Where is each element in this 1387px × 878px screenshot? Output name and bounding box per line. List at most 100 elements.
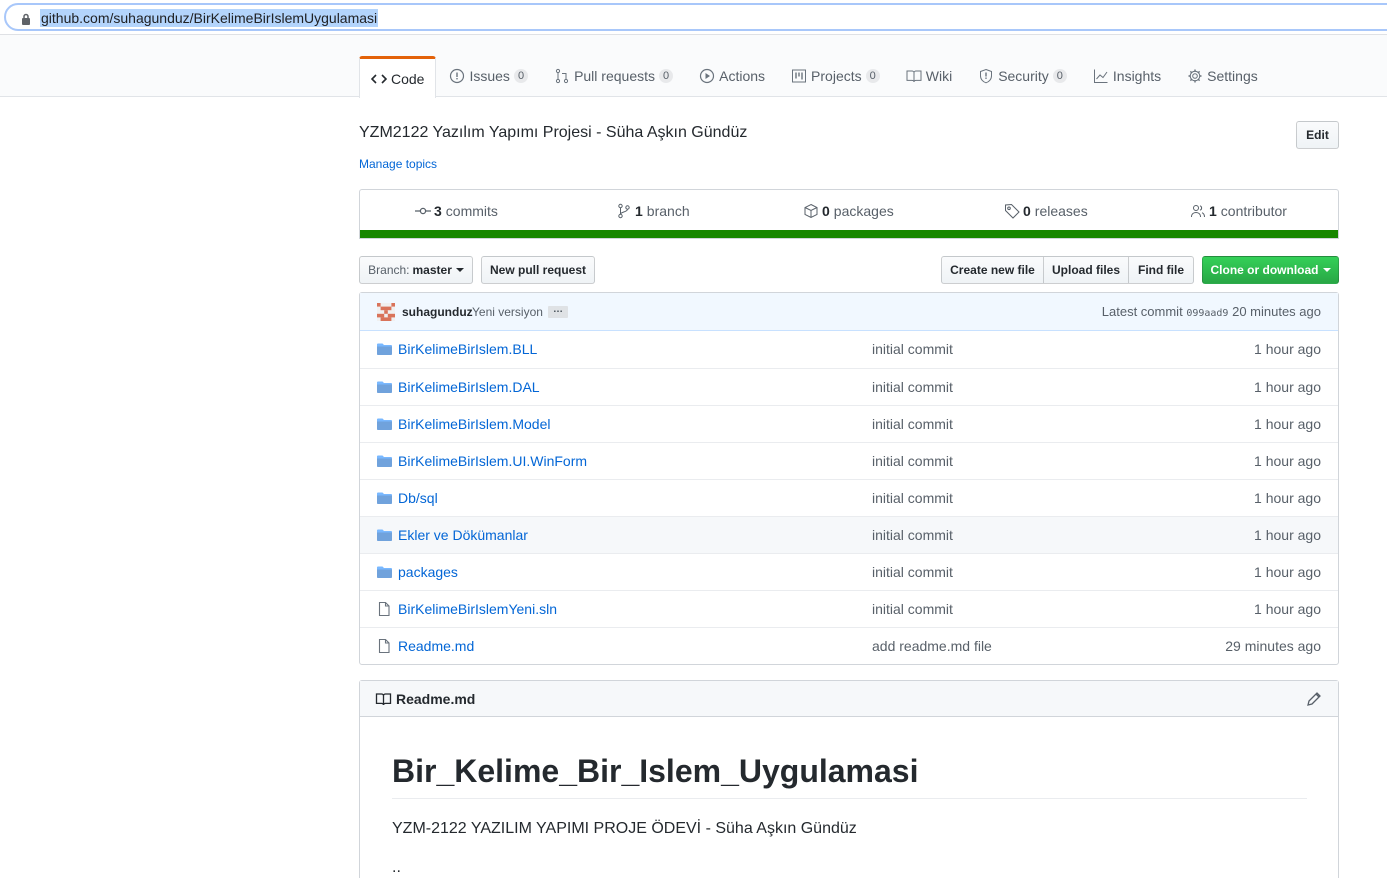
- clone-or-download-button[interactable]: Clone or download: [1202, 256, 1339, 284]
- tab-wiki[interactable]: Wiki: [893, 56, 965, 96]
- branches-count: 1: [635, 203, 643, 219]
- folder-icon: [376, 490, 393, 506]
- tab-label: Code: [391, 70, 425, 87]
- file-name-link[interactable]: Ekler ve Dökümanlar: [398, 527, 528, 543]
- file-name-link[interactable]: BirKelimeBirIslem.Model: [398, 416, 550, 432]
- tab-label: Actions: [719, 68, 766, 84]
- tab-issues[interactable]: Issues 0: [436, 56, 541, 96]
- folder-icon: [376, 379, 393, 395]
- repo-header: Code Issues 0 Pull requests 0 Actions Pr…: [0, 35, 1387, 98]
- branch-icon: [618, 203, 630, 219]
- upload-files-button[interactable]: Upload files: [1043, 256, 1129, 284]
- latest-commit: Latest commit 099aad9 20 minutes ago: [1102, 304, 1321, 319]
- url-text[interactable]: github.com/suhagunduz/BirKelimeBirIslemU…: [40, 9, 379, 27]
- new-pull-request-button[interactable]: New pull request: [481, 256, 595, 284]
- commit-icon: [415, 207, 431, 215]
- file-icon: [376, 601, 393, 617]
- readme-title[interactable]: Readme.md: [396, 691, 475, 707]
- file-name-link[interactable]: BirKelimeBirIslemYeni.sln: [398, 601, 557, 617]
- language-bar[interactable]: [360, 230, 1338, 238]
- tab-label: Pull requests: [574, 68, 655, 84]
- packages-label: packages: [833, 203, 894, 219]
- tab-counter: 0: [659, 69, 674, 83]
- table-row: BirKelimeBirIslem.BLL initial commit 1 hou…: [360, 331, 1338, 368]
- file-commit-message[interactable]: initial commit: [872, 564, 953, 580]
- clone-label: Clone or download: [1210, 263, 1319, 277]
- tab-code[interactable]: Code: [359, 56, 437, 98]
- pencil-icon[interactable]: [1306, 691, 1322, 707]
- file-name-link[interactable]: BirKelimeBirIslem.DAL: [398, 379, 540, 395]
- file-commit-message[interactable]: initial commit: [872, 527, 953, 543]
- readme-box: Readme.md Bir_Kelime_Bir_Islem_Uygulamas…: [359, 680, 1339, 878]
- commits-count: 3: [434, 203, 442, 219]
- tab-projects[interactable]: Projects 0: [778, 56, 893, 96]
- shield-icon: [978, 68, 994, 84]
- file-commit-message[interactable]: initial commit: [872, 490, 953, 506]
- folder-icon: [376, 341, 393, 357]
- tab-actions[interactable]: Actions: [686, 56, 778, 96]
- readme-paragraph-2: ..: [392, 859, 401, 876]
- tab-label: Wiki: [925, 68, 953, 84]
- readme-heading: Bir_Kelime_Bir_Islem_Uygulamasi: [392, 753, 919, 789]
- branch-select-button[interactable]: Branch: master: [359, 256, 473, 284]
- file-name-link[interactable]: BirKelimeBirIslem.UI.WinForm: [398, 453, 587, 469]
- people-icon: [1191, 205, 1205, 218]
- play-icon: [699, 68, 715, 84]
- caret-down-icon: [1322, 268, 1331, 272]
- tab-pull-requests[interactable]: Pull requests 0: [541, 56, 686, 96]
- file-name-link[interactable]: BirKelimeBirIslem.BLL: [398, 341, 537, 357]
- repo-tabs: Code Issues 0 Pull requests 0 Actions Pr…: [359, 56, 1271, 98]
- file-commit-message[interactable]: initial commit: [872, 341, 953, 357]
- releases-count: 0: [1023, 203, 1031, 219]
- packages-link[interactable]: 0 packages: [803, 203, 894, 219]
- repo-description: YZM2122 Yazılım Yapımı Projesi - Süha Aş…: [359, 124, 748, 141]
- create-new-file-button[interactable]: Create new file: [941, 256, 1044, 284]
- commit-sha-link[interactable]: 099aad9: [1186, 308, 1228, 319]
- commits-link[interactable]: 3 commits: [415, 203, 498, 219]
- file-name-link[interactable]: packages: [398, 564, 458, 580]
- manage-topics-link[interactable]: Manage topics: [359, 157, 437, 171]
- commit-author[interactable]: suhagunduz: [402, 305, 473, 319]
- file-commit-message[interactable]: initial commit: [872, 601, 953, 617]
- expand-commit-button[interactable]: …: [548, 305, 568, 318]
- packages-count: 0: [822, 203, 830, 219]
- browser-address-bar: github.com/suhagunduz/BirKelimeBirIslemU…: [0, 0, 1387, 35]
- commit-message[interactable]: Yeni versiyon: [472, 305, 543, 319]
- repo-summary: 3 commits 1 branch 0 packages 0 releases…: [359, 189, 1339, 239]
- file-name-link[interactable]: Db/sql: [398, 490, 438, 506]
- tab-security[interactable]: Security 0: [965, 56, 1080, 96]
- table-row: Ekler ve Dökümanlar initial commit 1 hour …: [360, 516, 1338, 553]
- code-icon: [371, 71, 387, 87]
- readme-paragraph: YZM-2122 YAZILIM YAPIMI PROJE ÖDEVİ - Sü…: [392, 820, 857, 837]
- branches-label: branch: [646, 203, 690, 219]
- table-row: packages initial commit 1 hour ago: [360, 553, 1338, 590]
- file-commit-message[interactable]: initial commit: [872, 453, 953, 469]
- book-icon: [906, 68, 922, 84]
- folder-icon: [376, 453, 393, 469]
- issue-icon: [449, 68, 465, 84]
- contributors-link[interactable]: 1 contributor: [1190, 203, 1287, 219]
- file-age: 1 hour ago: [1254, 601, 1321, 617]
- avatar[interactable]: [377, 303, 395, 321]
- latest-commit-label: Latest commit: [1101, 304, 1183, 319]
- file-commit-message[interactable]: initial commit: [872, 416, 953, 432]
- url-box[interactable]: github.com/suhagunduz/BirKelimeBirIslemU…: [4, 3, 1387, 31]
- table-row: Readme.md add readme.md file 29 minutes ag…: [360, 627, 1338, 664]
- folder-icon: [376, 527, 393, 543]
- branch-name: master: [412, 263, 452, 277]
- file-name-link[interactable]: Readme.md: [398, 638, 474, 654]
- caret-down-icon: [455, 268, 464, 272]
- project-icon: [791, 68, 807, 84]
- tab-settings[interactable]: Settings: [1174, 56, 1271, 96]
- file-age: 29 minutes ago: [1225, 638, 1321, 654]
- branches-link[interactable]: 1 branch: [616, 203, 690, 219]
- edit-description-button[interactable]: Edit: [1296, 121, 1339, 149]
- tab-label: Security: [998, 68, 1049, 84]
- file-age: 1 hour ago: [1254, 527, 1321, 543]
- file-commit-message[interactable]: add readme.md file: [872, 638, 992, 654]
- file-commit-message[interactable]: initial commit: [872, 379, 953, 395]
- tab-insights[interactable]: Insights: [1080, 56, 1174, 96]
- graph-icon: [1093, 68, 1109, 84]
- releases-link[interactable]: 0 releases: [1004, 203, 1088, 219]
- find-file-button[interactable]: Find file: [1128, 256, 1194, 284]
